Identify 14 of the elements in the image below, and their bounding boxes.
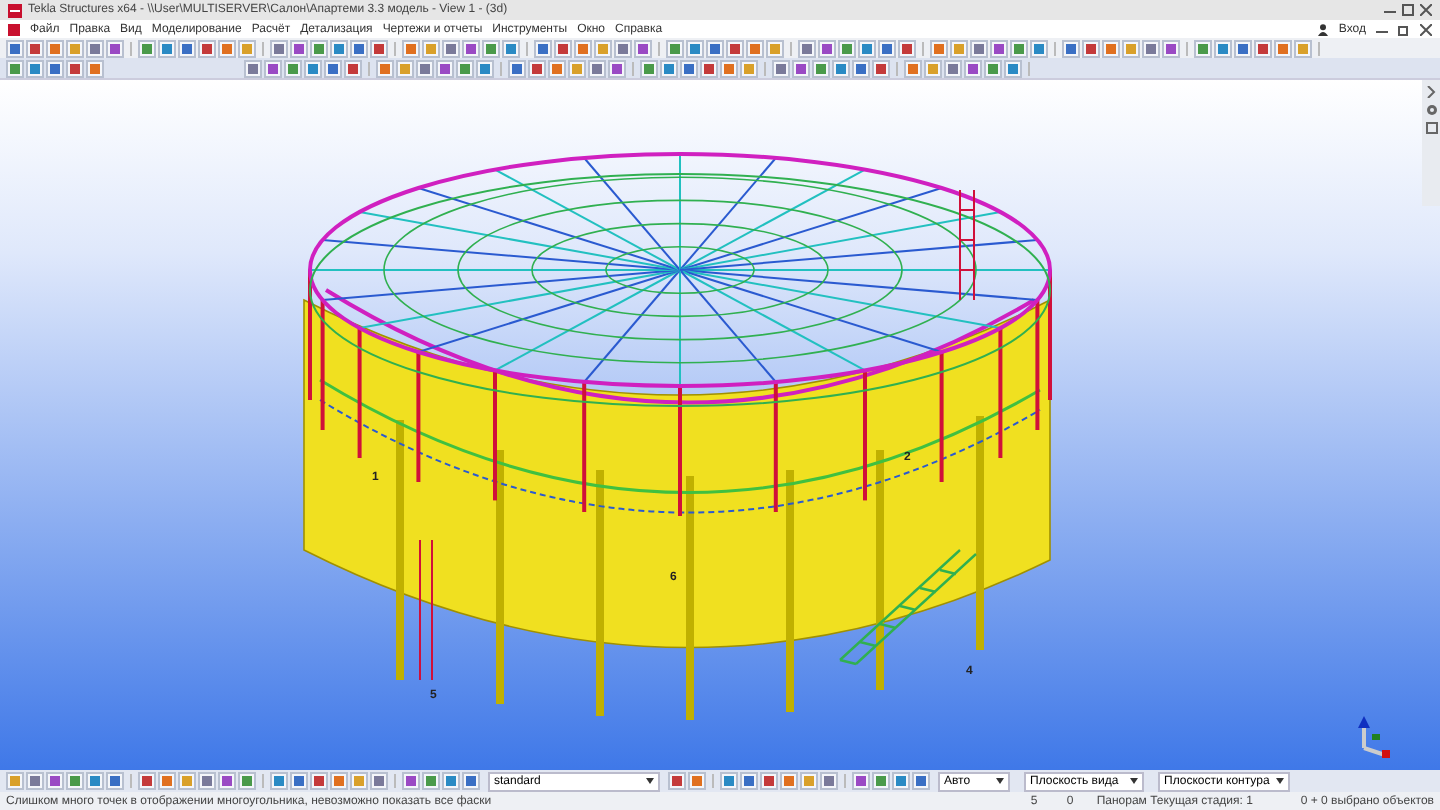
app-logo-icon bbox=[8, 23, 20, 35]
caret-icon bbox=[1130, 778, 1138, 784]
user-icon bbox=[1318, 23, 1329, 35]
caret-icon bbox=[1276, 778, 1284, 784]
caret-icon bbox=[646, 778, 654, 784]
close-icon[interactable] bbox=[1420, 23, 1432, 35]
caret-icon bbox=[996, 778, 1004, 784]
settings-icon[interactable] bbox=[1425, 104, 1437, 116]
close-icon[interactable] bbox=[1420, 4, 1432, 16]
properties-icon[interactable] bbox=[1425, 122, 1437, 134]
restore-icon[interactable] bbox=[1398, 23, 1410, 35]
maximize-icon[interactable] bbox=[1402, 4, 1414, 16]
axis-icon bbox=[1358, 716, 1390, 758]
chevron-icon[interactable] bbox=[1426, 86, 1436, 98]
